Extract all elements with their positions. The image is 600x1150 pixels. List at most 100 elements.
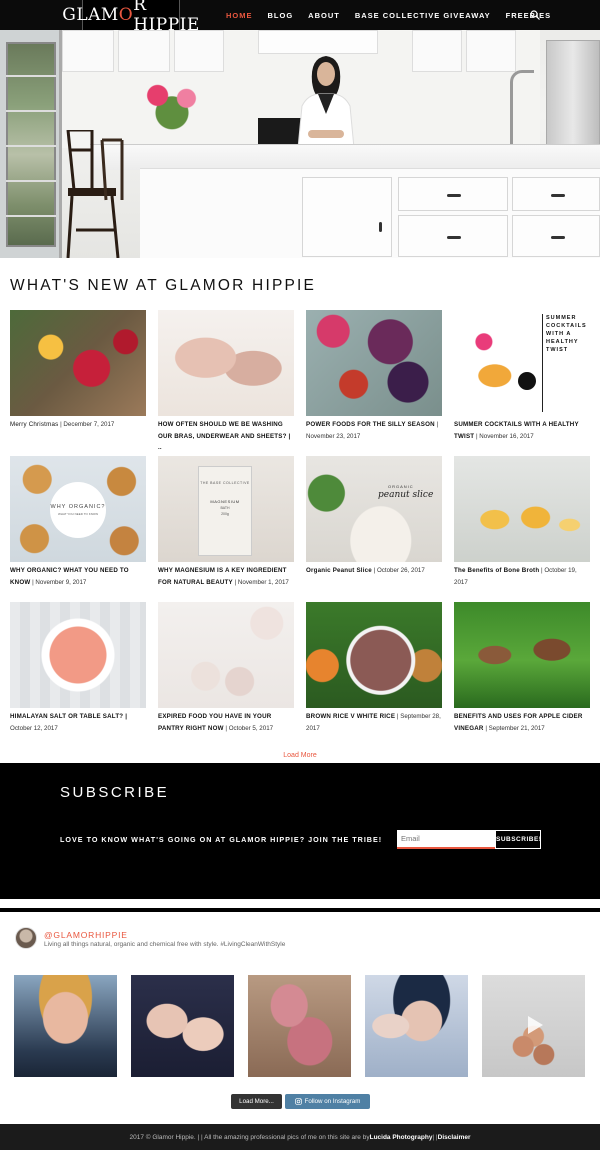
upper-cabinet	[118, 30, 170, 72]
post-card[interactable]: HOW OFTEN SHOULD WE BE WASHING OUR BRAS,…	[158, 310, 294, 454]
post-thumbnail[interactable]: ORGANIC peanut slice	[306, 456, 442, 562]
avatar[interactable]	[15, 927, 37, 949]
post-card[interactable]: SUMMER COCKTAILS WITH A HEALTHY TWIST SU…	[454, 310, 590, 442]
logo-text: GLAM	[62, 5, 119, 25]
magnesium-pack: THE BASE COLLECTIVE MAGNESIUM BATH 200g	[198, 466, 252, 556]
pack-weight: 200g	[221, 512, 229, 516]
badge-subtitle: WHAT YOU NEED TO KNOW	[57, 512, 99, 516]
post-caption: HIMALAYAN SALT OR TABLE SALT? | October …	[10, 711, 146, 734]
post-thumbnail[interactable]	[158, 602, 294, 708]
subscribe-button[interactable]: SUBSCRIBE!	[495, 830, 541, 849]
email-field[interactable]	[397, 830, 495, 849]
logo-text: O	[118, 5, 134, 25]
search-icon[interactable]	[530, 10, 540, 20]
nav-freebies[interactable]: FREEBIES	[506, 11, 552, 20]
woman-photo	[297, 56, 355, 148]
post-card[interactable]: The Benefits of Bone Broth | October 19,…	[454, 456, 590, 588]
post-card[interactable]: BENEFITS AND USES FOR APPLE CIDER VINEGA…	[454, 602, 590, 734]
post-caption: WHY ORGANIC? WHAT YOU NEED TO KNOW | Nov…	[10, 565, 146, 588]
post-thumbnail[interactable]: THE BASE COLLECTIVE MAGNESIUM BATH 200g	[158, 456, 294, 562]
hero-banner: GLAM O R HIPPIE HOME BLOG ABOUT BASE COLLE…	[0, 0, 600, 258]
post-title[interactable]: POWER FOODS FOR THE SILLY SEASON	[306, 421, 435, 428]
post-title[interactable]: Organic Peanut Slice	[306, 567, 372, 574]
post-caption: EXPIRED FOOD YOU HAVE IN YOUR PANTRY RIG…	[158, 711, 294, 734]
post-caption: BROWN RICE V WHITE RICE | September 28, …	[306, 711, 442, 734]
bar-stool	[66, 130, 124, 258]
photographer-link[interactable]: Lucida Photography	[370, 1134, 433, 1141]
post-title[interactable]: HOW OFTEN SHOULD WE BE WASHING OUR BRAS,…	[158, 421, 290, 451]
site-logo[interactable]: GLAM O R HIPPIE	[62, 0, 199, 35]
post-date: | December 7, 2017	[58, 421, 115, 428]
logo-seal	[518, 372, 536, 390]
post-caption: Merry Christmas | December 7, 2017	[10, 419, 146, 431]
post-date: | October 26, 2017	[371, 567, 425, 574]
nav-about[interactable]: ABOUT	[308, 11, 340, 20]
post-thumbnail[interactable]: SUMMER COCKTAILS WITH A HEALTHY TWIST	[454, 310, 590, 416]
faucet	[510, 70, 534, 146]
post-thumbnail[interactable]	[454, 602, 590, 708]
post-date: October 12, 2017	[10, 724, 58, 732]
load-more-link[interactable]: Load More	[0, 752, 600, 759]
post-caption: HOW OFTEN SHOULD WE BE WASHING OUR BRAS,…	[158, 419, 294, 454]
post-thumbnail[interactable]	[10, 310, 146, 416]
main-menu: HOME BLOG ABOUT BASE COLLECTIVE GIVEAWAY…	[226, 0, 551, 30]
post-title[interactable]: HIMALAYAN SALT OR TABLE SALT? |	[10, 713, 127, 720]
follow-instagram-button[interactable]: Follow on Instagram	[285, 1094, 370, 1109]
post-card[interactable]: Merry Christmas | December 7, 2017	[10, 310, 146, 431]
top-navigation: GLAM O R HIPPIE HOME BLOG ABOUT BASE COLLE…	[0, 0, 600, 35]
post-title[interactable]: Merry Christmas	[10, 421, 58, 428]
drawer	[512, 215, 600, 257]
subscribe-text: LOVE TO KNOW WHAT'S GOING ON AT GLAMOR H…	[60, 835, 383, 844]
post-caption: SUMMER COCKTAILS WITH A HEALTHY TWIST | …	[454, 419, 590, 442]
disclaimer-link[interactable]: Disclaimer	[438, 1134, 471, 1141]
post-title[interactable]: BROWN RICE V WHITE RICE	[306, 713, 395, 720]
post-caption: The Benefits of Bone Broth | October 19,…	[454, 565, 590, 588]
post-thumbnail[interactable]	[306, 602, 442, 708]
cocktail-text: SUMMER COCKTAILS WITH A HEALTHY TWIST	[546, 315, 587, 353]
post-thumbnail[interactable]	[10, 602, 146, 708]
instagram-photo[interactable]	[482, 975, 585, 1077]
post-thumbnail[interactable]: WHY ORGANIC? WHAT YOU NEED TO KNOW	[10, 456, 146, 562]
nav-blog[interactable]: BLOG	[268, 11, 294, 20]
upper-cabinet	[62, 30, 114, 72]
post-card[interactable]: ORGANIC peanut slice Organic Peanut Slic…	[306, 456, 442, 577]
peanut-title-label: peanut slice	[378, 490, 434, 500]
section-divider	[0, 908, 600, 912]
pack-brand: THE BASE COLLECTIVE	[200, 481, 250, 485]
drawer	[512, 177, 600, 211]
instagram-photo[interactable]	[365, 975, 468, 1077]
post-card[interactable]: HIMALAYAN SALT OR TABLE SALT? | October …	[10, 602, 146, 734]
instagram-photo[interactable]	[131, 975, 234, 1077]
pack-subtitle: BATH	[220, 506, 230, 510]
site-footer: 2017 © Glamor Hippie. | | All the amazin…	[0, 1124, 600, 1150]
post-card[interactable]: WHY ORGANIC? WHAT YOU NEED TO KNOW WHY O…	[10, 456, 146, 588]
logo-text: R HIPPIE	[133, 0, 200, 35]
section-title: WHAT'S NEW AT GLAMOR HIPPIE	[10, 277, 317, 294]
post-title[interactable]: The Benefits of Bone Broth	[454, 567, 539, 574]
instagram-photo[interactable]	[248, 975, 351, 1077]
post-card[interactable]: EXPIRED FOOD YOU HAVE IN YOUR PANTRY RIG…	[158, 602, 294, 734]
play-icon[interactable]	[522, 1013, 546, 1037]
upper-cabinet	[412, 30, 462, 72]
post-caption: WHY MAGNESIUM IS A KEY INGREDIENT FOR NA…	[158, 565, 294, 588]
post-card[interactable]: POWER FOODS FOR THE SILLY SEASON | Novem…	[306, 310, 442, 442]
post-thumbnail[interactable]	[306, 310, 442, 416]
beverage-fridge	[0, 30, 62, 258]
subscribe-section: SUBSCRIBE LOVE TO KNOW WHAT'S GOING ON A…	[0, 763, 600, 899]
instagram-photo[interactable]	[14, 975, 117, 1077]
upper-cabinet	[174, 30, 224, 72]
nav-home[interactable]: HOME	[226, 11, 253, 20]
counter-top	[90, 144, 600, 170]
post-thumbnail[interactable]	[158, 310, 294, 416]
post-thumbnail[interactable]	[454, 456, 590, 562]
post-card[interactable]: THE BASE COLLECTIVE MAGNESIUM BATH 200g …	[158, 456, 294, 588]
post-card[interactable]: BROWN RICE V WHITE RICE | September 28, …	[306, 602, 442, 734]
nav-giveaway[interactable]: BASE COLLECTIVE GIVEAWAY	[355, 11, 491, 20]
instagram-handle[interactable]: @GLAMORHIPPIE	[44, 930, 128, 940]
post-caption: BENEFITS AND USES FOR APPLE CIDER VINEGA…	[454, 711, 590, 734]
kitchen-island	[140, 168, 600, 258]
organic-badge: WHY ORGANIC? WHAT YOU NEED TO KNOW	[50, 482, 106, 538]
steel-fridge	[546, 40, 600, 148]
instagram-load-more-button[interactable]: Load More...	[231, 1094, 282, 1109]
post-caption: POWER FOODS FOR THE SILLY SEASON | Novem…	[306, 419, 442, 442]
